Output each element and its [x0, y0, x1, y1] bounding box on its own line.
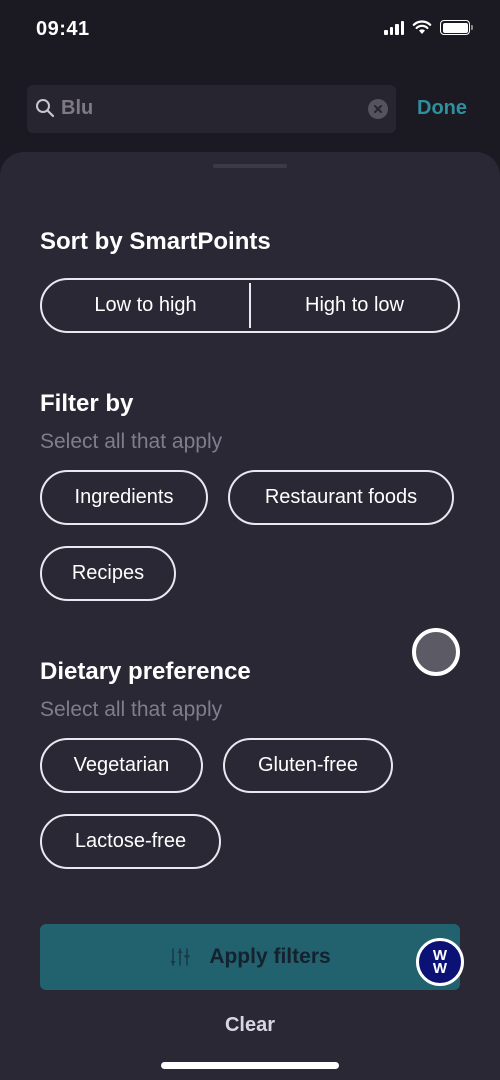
battery-icon — [440, 20, 473, 35]
status-bar: 09:41 — [0, 0, 500, 60]
apply-filters-button[interactable]: Apply filters — [40, 924, 460, 990]
dietary-subtitle: Select all that apply — [40, 698, 223, 721]
clear-search-icon[interactable] — [368, 99, 388, 119]
chip-lactose-free[interactable]: Lactose-free — [40, 814, 221, 869]
chip-ingredients[interactable]: Ingredients — [40, 470, 208, 525]
done-button[interactable]: Done — [417, 97, 467, 120]
filter-sheet: Sort by SmartPoints Low to high High to … — [0, 152, 500, 1080]
ww-logo-badge[interactable]: W W — [416, 938, 464, 986]
sliders-icon — [170, 948, 190, 966]
filter-subtitle: Select all that apply — [40, 430, 223, 453]
apply-filters-label: Apply filters — [209, 945, 331, 968]
sort-high-to-low[interactable]: High to low — [251, 280, 458, 331]
chip-restaurant-foods[interactable]: Restaurant foods — [228, 470, 454, 525]
sheet-grabber[interactable] — [213, 164, 287, 168]
search-value: Blu — [61, 97, 94, 119]
wifi-icon — [412, 20, 432, 34]
search-icon — [36, 99, 55, 118]
status-time: 09:41 — [36, 18, 90, 40]
sort-low-to-high[interactable]: Low to high — [42, 280, 249, 331]
filter-title: Filter by — [40, 390, 134, 417]
dietary-title: Dietary preference — [40, 658, 251, 685]
ww-logo-bottom: W — [432, 960, 448, 977]
status-icons — [384, 20, 473, 35]
sort-title: Sort by SmartPoints — [40, 228, 271, 255]
search-input[interactable]: Blu — [27, 85, 396, 133]
touch-indicator — [412, 628, 460, 676]
cellular-signal-icon — [384, 20, 404, 35]
chip-gluten-free[interactable]: Gluten-free — [223, 738, 393, 793]
chip-vegetarian[interactable]: Vegetarian — [40, 738, 203, 793]
sort-segmented-control: Low to high High to low — [40, 278, 460, 333]
home-indicator[interactable] — [161, 1062, 339, 1069]
chip-recipes[interactable]: Recipes — [40, 546, 176, 601]
search-row: Blu Done — [27, 85, 477, 133]
clear-button[interactable]: Clear — [0, 1014, 500, 1037]
